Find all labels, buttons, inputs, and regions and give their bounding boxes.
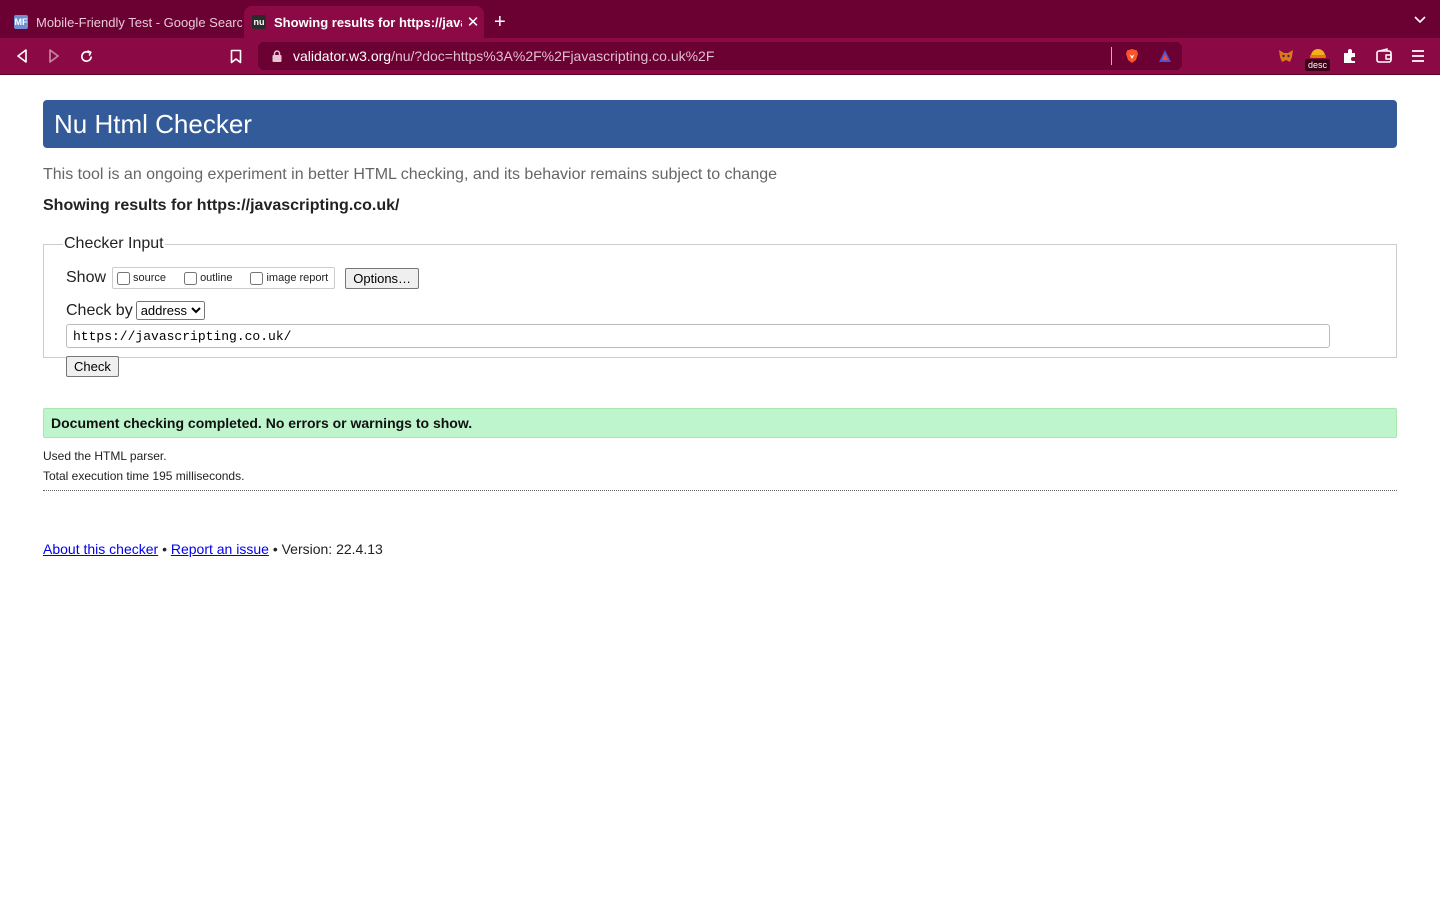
brave-shields-icon[interactable] bbox=[1124, 48, 1140, 64]
image-report-checkbox[interactable] bbox=[250, 271, 264, 285]
bookmark-icon[interactable] bbox=[226, 46, 246, 66]
parser-info: Used the HTML parser. bbox=[43, 449, 167, 463]
tab-favicon-icon: nu bbox=[252, 15, 266, 29]
success-message: Document checking completed. No errors o… bbox=[43, 408, 1397, 438]
check-button[interactable]: Check bbox=[66, 356, 119, 377]
results-heading: Showing results for https://javascriptin… bbox=[43, 197, 400, 214]
metamask-fox-icon[interactable] bbox=[1277, 47, 1295, 65]
extension-badge: desc bbox=[1305, 59, 1331, 71]
lock-icon bbox=[272, 50, 282, 62]
tab-title: Mobile-Friendly Test - Google Search Con… bbox=[36, 14, 242, 30]
show-options-group: source outline image report bbox=[112, 267, 336, 289]
header-banner: Nu Html Checker bbox=[43, 100, 1397, 148]
page-title: Nu Html Checker bbox=[54, 108, 252, 139]
show-label: Show bbox=[66, 269, 107, 286]
reload-icon[interactable] bbox=[76, 46, 96, 66]
options-button[interactable]: Options… bbox=[345, 267, 420, 289]
checker-input-legend: Checker Input bbox=[64, 235, 164, 252]
show-image-report-option[interactable]: image report bbox=[246, 271, 328, 285]
tab-favicon-icon: MF bbox=[14, 15, 28, 29]
show-source-option[interactable]: source bbox=[113, 271, 166, 285]
version-text: Version: 22.4.13 bbox=[281, 541, 383, 557]
omnibox-divider bbox=[1111, 47, 1112, 65]
wallet-icon[interactable] bbox=[1375, 47, 1393, 65]
outline-checkbox[interactable] bbox=[184, 271, 198, 285]
success-text: Document checking completed. No errors o… bbox=[51, 415, 473, 431]
new-tab-icon[interactable]: + bbox=[494, 12, 506, 32]
back-icon[interactable] bbox=[12, 46, 32, 66]
extensions-puzzle-icon[interactable] bbox=[1341, 47, 1359, 65]
checker-input-fieldset: Checker Input Show source outline image … bbox=[43, 235, 1397, 377]
footer-separator: • bbox=[272, 541, 278, 557]
footer-separator: • bbox=[162, 541, 167, 557]
check-by-label: Check by bbox=[66, 301, 133, 319]
url-input[interactable]: https://javascripting.co.uk/ bbox=[66, 324, 1330, 348]
check-by-select[interactable]: address bbox=[135, 301, 205, 320]
show-options-row: Show source outline image report Options… bbox=[66, 267, 1374, 289]
page-content: Nu Html Checker This tool is an ongoing … bbox=[0, 100, 1440, 557]
tab-strip: MF Mobile-Friendly Test - Google Search … bbox=[0, 0, 1440, 38]
brave-rewards-icon[interactable] bbox=[1158, 49, 1172, 63]
browser-toolbar: validator.w3.org/nu/?doc=https%3A%2F%2Fj… bbox=[0, 38, 1440, 75]
forward-icon[interactable] bbox=[44, 46, 64, 66]
tab-nu-checker[interactable]: nu Showing results for https://javascrip… bbox=[244, 6, 484, 38]
address-url: validator.w3.org/nu/?doc=https%3A%2F%2Fj… bbox=[293, 48, 715, 64]
footer: About this checker • Report an issue • V… bbox=[43, 541, 1397, 557]
tab-title: Showing results for https://javascriptin… bbox=[274, 14, 462, 30]
chevron-down-icon[interactable] bbox=[1414, 12, 1426, 27]
show-outline-option[interactable]: outline bbox=[180, 271, 232, 285]
address-bar[interactable]: validator.w3.org/nu/?doc=https%3A%2F%2Fj… bbox=[258, 42, 1182, 70]
divider bbox=[43, 490, 1397, 491]
result-details: Used the HTML parser. Total execution ti… bbox=[43, 446, 1397, 486]
about-checker-link[interactable]: About this checker bbox=[43, 541, 158, 557]
close-tab-icon[interactable]: ✕ bbox=[462, 13, 484, 31]
report-issue-link[interactable]: Report an issue bbox=[171, 541, 269, 557]
intro-text: This tool is an ongoing experiment in be… bbox=[43, 166, 778, 183]
execution-time: Total execution time 195 milliseconds. bbox=[43, 469, 245, 483]
source-checkbox[interactable] bbox=[117, 271, 131, 285]
menu-icon[interactable] bbox=[1409, 47, 1427, 65]
check-by-row: Check by address bbox=[66, 301, 1374, 320]
tab-mobile-friendly-test[interactable]: MF Mobile-Friendly Test - Google Search … bbox=[6, 6, 242, 38]
